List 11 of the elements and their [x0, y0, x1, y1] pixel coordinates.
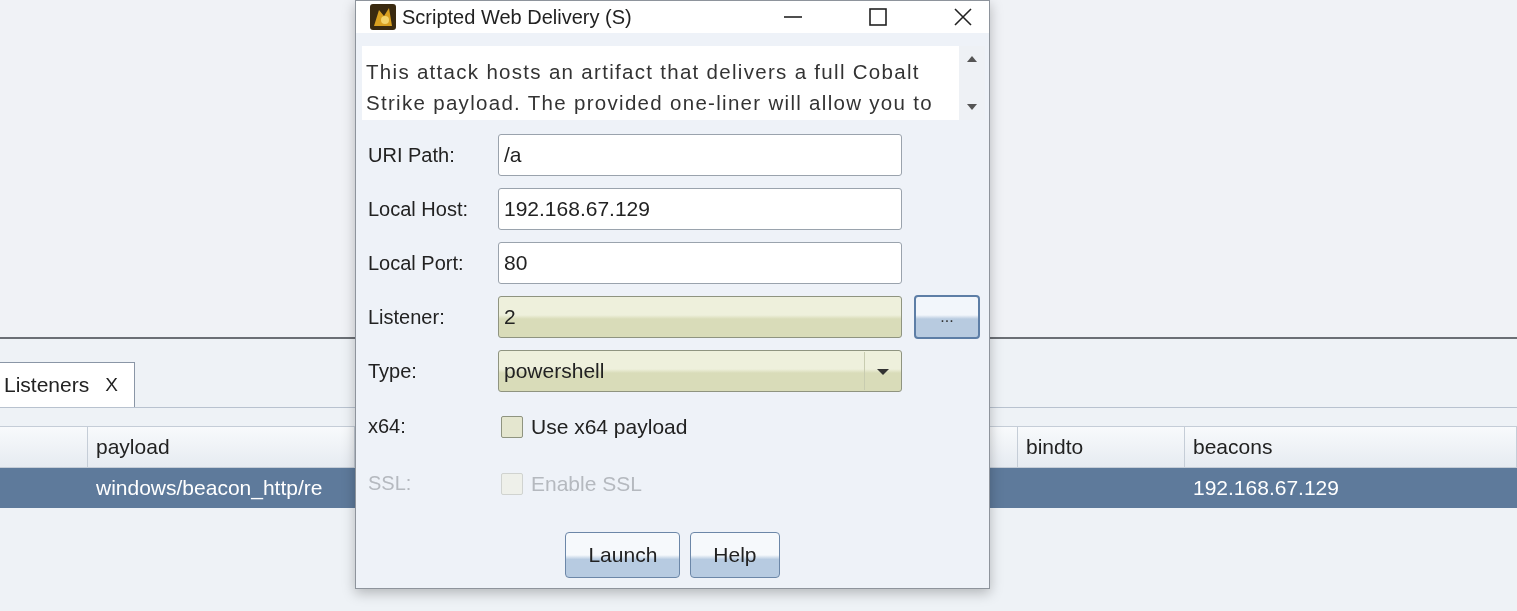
field-label: Listener: [368, 305, 446, 329]
field-label: Local Host: [368, 197, 470, 221]
field-label: URI Path: [368, 143, 456, 167]
field-label: Local Port: [368, 251, 465, 275]
field-label: SSL: [368, 472, 413, 495]
table-cell: 192.168.67.129 [1193, 476, 1339, 500]
field-label: x64: [368, 415, 407, 438]
window-title: Scripted Web Delivery (S) [402, 5, 632, 29]
description-text: This attack hosts an artifact that delivers a full Cobalt Strike payload. The provided one-liner will allow you to [365, 59, 934, 116]
table-cell: windows/beacon_http/re [96, 476, 323, 500]
field-label: Type: [368, 359, 418, 383]
